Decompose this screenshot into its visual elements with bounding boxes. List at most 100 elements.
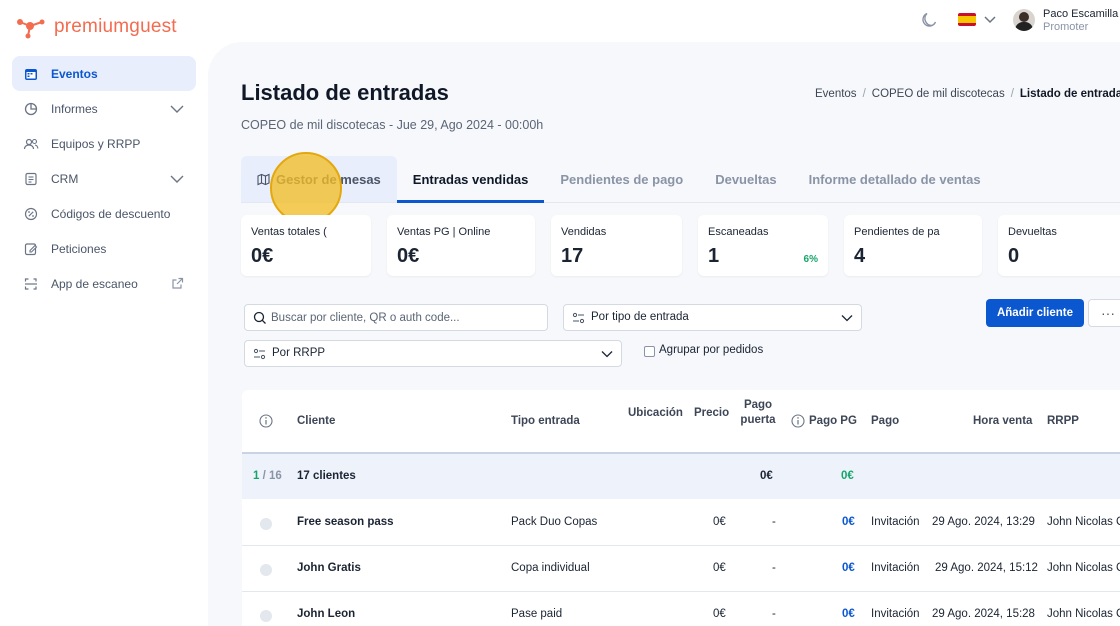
cell-pago: Invitación: [871, 608, 920, 620]
stat-label: Devueltas: [1008, 226, 1057, 238]
page-current: 1: [253, 470, 260, 482]
header-line: puerta: [740, 414, 776, 426]
external-link-icon: [172, 277, 184, 289]
tab-pendientes-pago[interactable]: Pendientes de pago: [544, 156, 699, 202]
chevron-down-icon: [601, 351, 613, 358]
tab-label: Informe detallado de ventas: [808, 171, 981, 187]
column-header-ubicacion[interactable]: Ubicación: [628, 406, 683, 421]
column-header-precio[interactable]: Precio: [694, 406, 729, 421]
ticket-type-select[interactable]: Por tipo de entrada: [563, 304, 862, 331]
sidebar-item-codigos[interactable]: Códigos de descuento: [12, 196, 196, 231]
stat-card-escaneadas: Escaneadas 1 6%: [698, 215, 828, 276]
cell-precio: 0€: [713, 608, 726, 620]
table-row[interactable]: John Gratis Copa individual 0€ - 0€ Invi…: [242, 546, 1120, 592]
spain-flag-icon[interactable]: [958, 13, 976, 26]
column-header-pago-puerta[interactable]: Pago puerta: [740, 398, 776, 428]
summary-total-pg: 0€: [841, 470, 854, 482]
sidebar-item-equipos[interactable]: Equipos y RRPP: [12, 126, 196, 161]
stat-value: 1: [708, 245, 720, 267]
event-subtitle: COPEO de mil discotecas - Jue 29, Ago 20…: [241, 118, 544, 132]
calendar-icon: [23, 66, 39, 82]
sliders-icon: [572, 312, 585, 324]
status-dot: [260, 564, 272, 576]
sidebar-item-eventos[interactable]: Eventos: [12, 56, 196, 91]
logo-icon: [17, 19, 45, 39]
column-header-pago-pg[interactable]: Pago PG: [809, 414, 857, 429]
group-orders-label[interactable]: Agrupar por pedidos: [659, 344, 763, 356]
cell-rrpp: John Nicolas C: [1047, 562, 1120, 574]
brand-logo[interactable]: premiumguest: [16, 14, 177, 40]
stat-card-ventas-pg: Ventas PG | Online 0€: [387, 215, 535, 276]
stat-card-ventas-totales: Ventas totales ( 0€: [241, 215, 371, 276]
sidebar-item-label: CRM: [51, 171, 79, 186]
avatar[interactable]: [1013, 9, 1035, 31]
stat-card-devueltas: Devueltas 0: [998, 215, 1120, 276]
client-count: 17 clientes: [297, 470, 356, 482]
stat-value: 17: [561, 245, 584, 267]
search-icon: [253, 311, 266, 324]
breadcrumb-eventos[interactable]: Eventos: [815, 88, 857, 100]
tab-bar: Gestor de mesas Entradas vendidas Pendie…: [241, 156, 1120, 203]
column-header-rrpp[interactable]: RRPP: [1047, 414, 1079, 429]
tab-entradas-vendidas[interactable]: Entradas vendidas: [396, 156, 545, 203]
summary-row: 1 / 16 17 clientes 0€ 0€: [242, 454, 1120, 499]
entries-table: Cliente Tipo entrada Ubicación Precio Pa…: [242, 390, 1120, 626]
search-input[interactable]: [271, 308, 541, 328]
page-indicator: 1 / 16: [253, 470, 282, 482]
document-icon: [23, 171, 39, 187]
cell-cliente[interactable]: John Leon: [297, 608, 355, 620]
summary-total-price: 0€: [760, 470, 773, 482]
sidebar-item-app-escaneo[interactable]: App de escaneo: [12, 266, 196, 301]
sidebar-item-label: Eventos: [51, 66, 98, 81]
stat-card-vendidas: Vendidas 17: [551, 215, 682, 276]
cell-precio: 0€: [713, 562, 726, 574]
column-header-cliente[interactable]: Cliente: [297, 414, 335, 429]
chevron-down-icon[interactable]: [170, 172, 184, 186]
select-value: Por RRPP: [272, 347, 326, 359]
pie-chart-icon: [23, 101, 39, 117]
sidebar-item-label: Informes: [51, 101, 98, 116]
tab-gestor-mesas[interactable]: Gestor de mesas: [241, 156, 397, 202]
dark-mode-icon[interactable]: [920, 11, 938, 29]
sidebar-item-informes[interactable]: Informes: [12, 91, 196, 126]
cell-tipo: Pack Duo Copas: [511, 516, 598, 528]
tab-devueltas[interactable]: Devueltas: [699, 156, 792, 202]
group-orders-checkbox[interactable]: [644, 346, 655, 357]
table-row[interactable]: John Leon Pase paid 0€ - 0€ Invitación 2…: [242, 592, 1120, 626]
column-header-pago[interactable]: Pago: [871, 414, 899, 429]
sliders-icon: [253, 348, 266, 360]
map-icon: [257, 173, 270, 185]
cell-cliente[interactable]: Free season pass: [297, 516, 394, 528]
cell-hora: 29 Ago. 2024, 15:12: [935, 562, 1038, 574]
info-icon[interactable]: [259, 414, 273, 428]
column-header-tipo[interactable]: Tipo entrada: [511, 414, 580, 429]
chevron-down-icon: [841, 315, 853, 322]
scan-icon: [23, 276, 39, 292]
header-line: Pago: [743, 399, 773, 411]
edit-icon: [23, 241, 39, 257]
table-row[interactable]: Free season pass Pack Duo Copas 0€ - 0€ …: [242, 500, 1120, 546]
cell-pago-pg: 0€: [842, 516, 855, 528]
rrpp-select[interactable]: Por RRPP: [244, 340, 622, 367]
sidebar-item-crm[interactable]: CRM: [12, 161, 196, 196]
cell-pago-pg: 0€: [842, 608, 855, 620]
status-dot: [260, 518, 272, 530]
cell-rrpp: John Nicolas C: [1047, 608, 1120, 620]
stat-label: Escaneadas: [708, 226, 769, 238]
brand-name: premiumguest: [54, 16, 177, 37]
cell-pago-puerta: -: [772, 562, 776, 574]
add-client-button[interactable]: Añadir cliente: [986, 299, 1084, 327]
breadcrumb-event[interactable]: COPEO de mil discotecas: [872, 88, 1005, 100]
cell-cliente[interactable]: John Gratis: [297, 562, 361, 574]
sidebar-item-peticiones[interactable]: Peticiones: [12, 231, 196, 266]
column-header-hora[interactable]: Hora venta: [973, 414, 1032, 429]
chevron-down-icon[interactable]: [983, 12, 997, 26]
cell-pago-puerta: -: [772, 516, 776, 528]
tab-informe-ventas[interactable]: Informe detallado de ventas: [793, 156, 997, 202]
info-icon[interactable]: [791, 414, 805, 428]
tab-label: Devueltas: [715, 171, 777, 187]
chevron-down-icon[interactable]: [170, 102, 184, 116]
more-options-button[interactable]: ···: [1088, 299, 1120, 327]
cell-precio: 0€: [713, 516, 726, 528]
cell-hora: 29 Ago. 2024, 15:28: [932, 608, 1035, 620]
